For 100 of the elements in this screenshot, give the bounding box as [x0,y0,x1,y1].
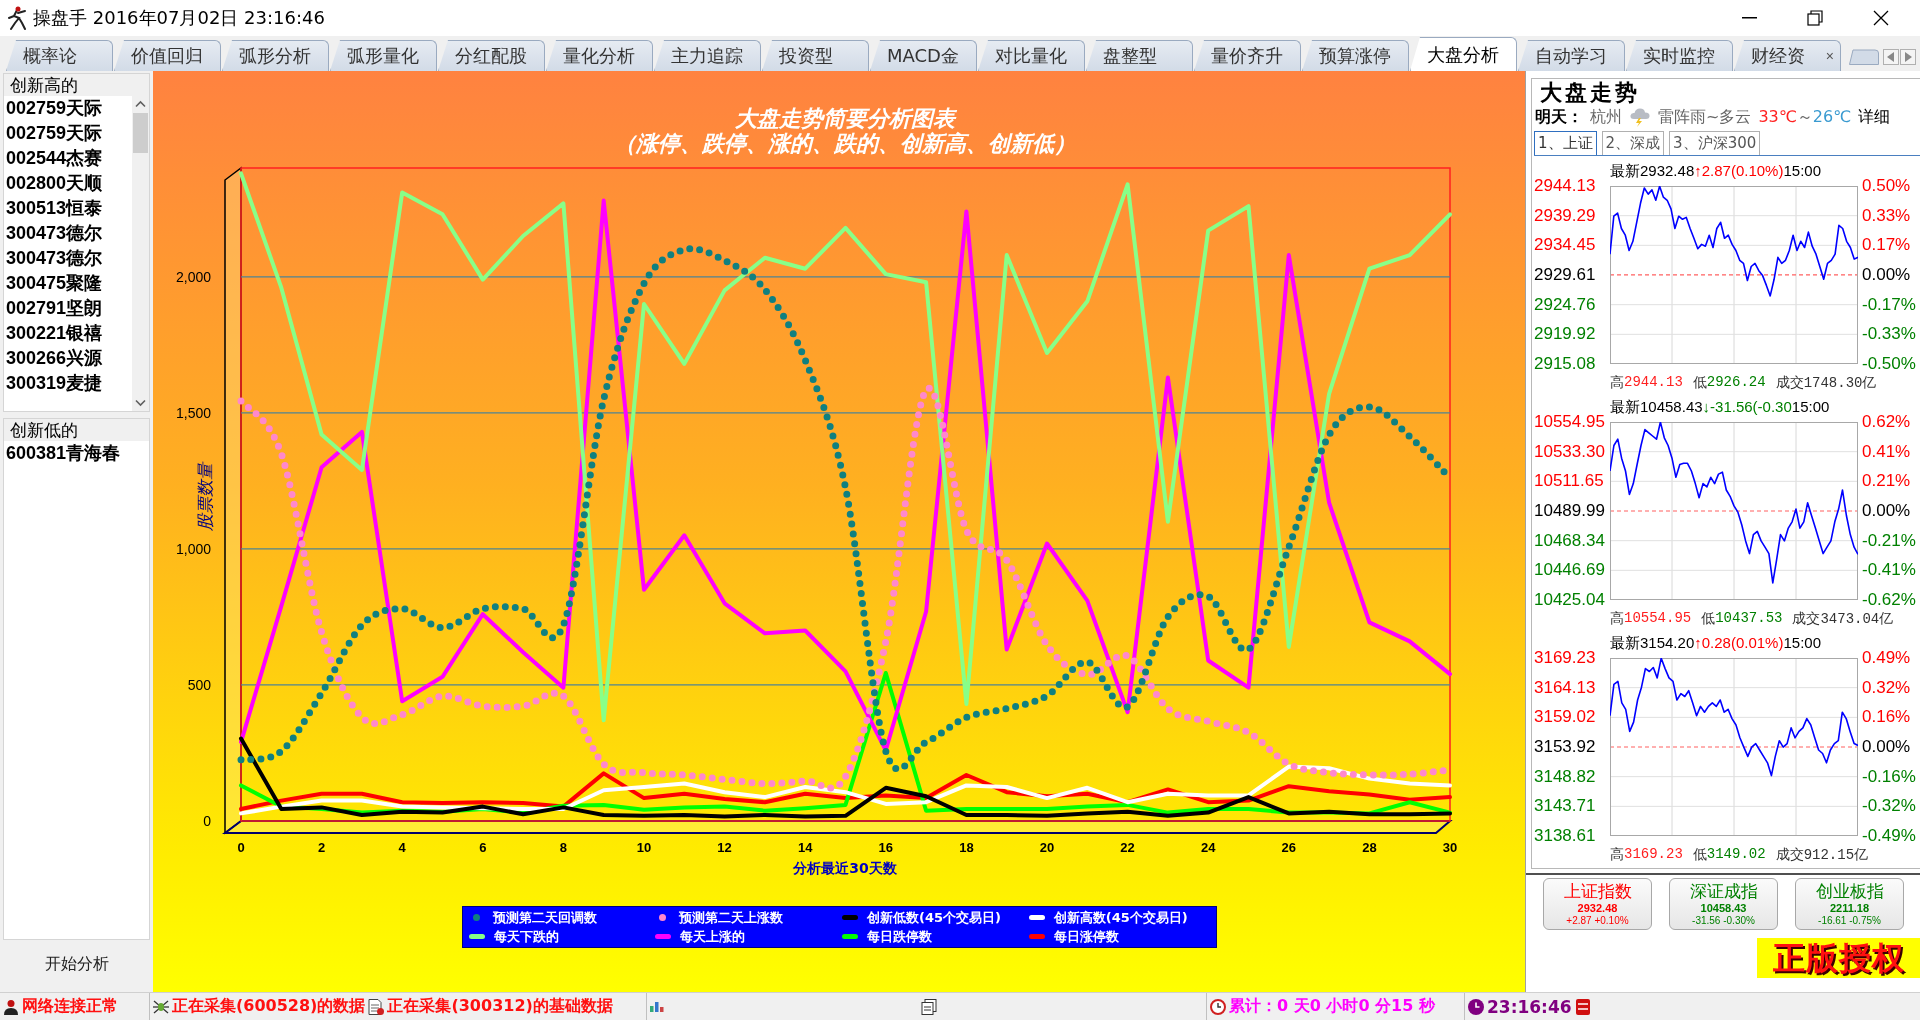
start-analysis-button[interactable]: 开始分析 [34,946,119,982]
price-axis-label: 3153.92 [1534,736,1596,757]
stock-list-item[interactable]: 002759天际 [4,96,103,121]
caret-right-icon [1904,52,1912,62]
tab[interactable]: 弧形量化 [330,40,437,71]
index-tab[interactable]: 1、上证 [1534,131,1597,155]
tab[interactable]: 盘整型 [1086,40,1193,71]
volume-value: 912.15亿 [1803,846,1869,864]
low-value: 10437.53 [1715,610,1783,628]
axis-tick-label: 0 [203,813,211,829]
axis-tick-label: 30 [1442,840,1458,855]
stock-list-item[interactable]: 300475聚隆 [4,271,103,296]
axis-tick-label: 12 [717,840,732,855]
window-title: 操盘手 2016年07月02日 23:16:46 [33,6,326,30]
tab-close-button[interactable]: × [1823,48,1836,64]
low-value: 2926.24 [1706,374,1766,392]
collapsed-tab[interactable] [1849,49,1879,65]
tab[interactable]: 弧形分析 [222,40,329,71]
clock-icon [1468,998,1484,1015]
price-axis-label: 2939.29 [1534,205,1596,226]
chart-subtitle: （涨停、跌停、涨的、跌的、创新高、创新低） [614,131,1076,156]
tab[interactable]: 主力追踪 [654,40,761,71]
stock-list-item[interactable]: 002759天际 [4,121,103,146]
scroll-right-button[interactable] [1900,49,1916,65]
scroll-left-button[interactable] [1883,49,1899,65]
low-value: 3149.02 [1706,846,1766,864]
price-axis-label: 2924.76 [1534,294,1596,315]
index-button[interactable]: 创业板指 2211.18 -16.61 -0.75% [1795,878,1904,930]
app-logo-icon [7,6,27,30]
index-tab[interactable]: 2、深成 [1601,131,1665,155]
stock-list-item[interactable]: 600381青海春 [4,441,121,466]
percent-axis-label: -0.41% [1862,560,1916,581]
tab[interactable]: 价值回归 [114,40,221,71]
axis-tick-label: 14 [797,840,813,855]
stock-list-item[interactable]: 300319麦捷 [4,371,103,396]
price-axis-label: 10554.95 [1534,412,1605,432]
latest-price: 最新3154.20 [1610,634,1695,653]
tab[interactable]: 量价齐升 [1194,40,1301,71]
low-label: 低 [1692,374,1707,392]
tab[interactable]: 量化分析 [546,40,653,71]
stock-list-item[interactable]: 002544杰赛 [4,146,103,171]
price-axis-label: 2934.45 [1534,235,1596,256]
index-tab[interactable]: 3、沪深300 [1669,131,1761,155]
stock-list-item[interactable]: 300266兴源 [4,346,103,371]
tab[interactable]: 财经资 × [1734,40,1841,71]
legend-label: 预测第二天上涨数 [679,908,784,927]
volume-label: 成交 [1775,846,1804,864]
axis-tick-label: 2 [318,840,326,855]
price-axis-label: 10511.65 [1534,471,1604,492]
bar-chart-icon [650,1001,664,1012]
axis-tick-label: 28 [1362,840,1377,855]
legend-label: 创新高数(45个交易日) [1053,908,1188,927]
price-change: ↓-31.56(-0.30 [1702,398,1792,417]
percent-axis-label: 0.00% [1862,736,1911,757]
tab[interactable]: 大盘分析 [1410,37,1517,71]
details-link[interactable]: 详细 [1858,106,1891,128]
price-axis-label: 2944.13 [1534,176,1596,196]
high-value: 10554.95 [1624,610,1692,628]
high-label: 高 [1610,846,1624,864]
restore-icon [1807,10,1823,26]
price-axis-label: 3159.02 [1534,707,1596,728]
stock-list-item[interactable]: 002800天顺 [4,171,103,196]
percent-axis-label: -0.62% [1862,589,1916,610]
axis-tick-label: 22 [1120,840,1135,855]
minimize-icon [1741,17,1757,19]
axis-tick-label: 16 [878,840,894,855]
stock-list-item[interactable]: 300473德尔 [4,221,103,246]
stock-list-item[interactable]: 300473德尔 [4,246,103,271]
index-button[interactable]: 上证指数 2932.48 +2.87 +0.10% [1543,878,1652,930]
percent-axis-label: -0.49% [1862,825,1916,846]
index-button[interactable]: 深证成指 10458.43 -31.56 -0.30% [1669,878,1778,930]
price-change: ↑2.87(0.10%) [1694,162,1784,181]
tab[interactable]: 预算涨停 [1302,40,1409,71]
stock-list-item[interactable]: 300513恒泰 [4,196,103,221]
tab[interactable]: 实时监控 [1626,40,1733,71]
tab[interactable]: MACD金 [870,40,977,71]
price-axis-label: 10489.99 [1534,500,1605,521]
price-axis-label: 10533.30 [1534,441,1605,462]
tab[interactable]: 投资型 [762,40,869,71]
network-status: 网络连接正常 [22,996,118,1017]
user-icon [3,998,19,1015]
scrollbar-thumb[interactable] [133,113,148,153]
price-axis-label: 2929.61 [1534,264,1596,285]
tab[interactable]: 分红配股 [438,40,545,71]
bug-icon [153,998,169,1015]
axis-tick-label: 26 [1281,840,1297,855]
tab[interactable]: 自动学习 [1518,40,1625,71]
price-axis-label: 2915.08 [1534,353,1596,374]
percent-axis-label: -0.21% [1862,530,1916,551]
tab[interactable]: 对比量化 [978,40,1085,71]
document-icon [368,998,385,1015]
stock-list-item[interactable]: 300221银禧 [4,321,103,346]
tab[interactable]: 概率论 [6,40,113,71]
forecast-label: 明天： [1535,106,1583,128]
stock-list-item[interactable]: 002791坚朗 [4,296,103,321]
price-axis-label: 10446.69 [1534,560,1605,581]
scrollbar[interactable] [132,96,149,411]
percent-axis-label: -0.50% [1862,353,1916,374]
high-value: 3169.23 [1624,846,1683,864]
axis-tick-label: 2,000 [175,268,211,285]
